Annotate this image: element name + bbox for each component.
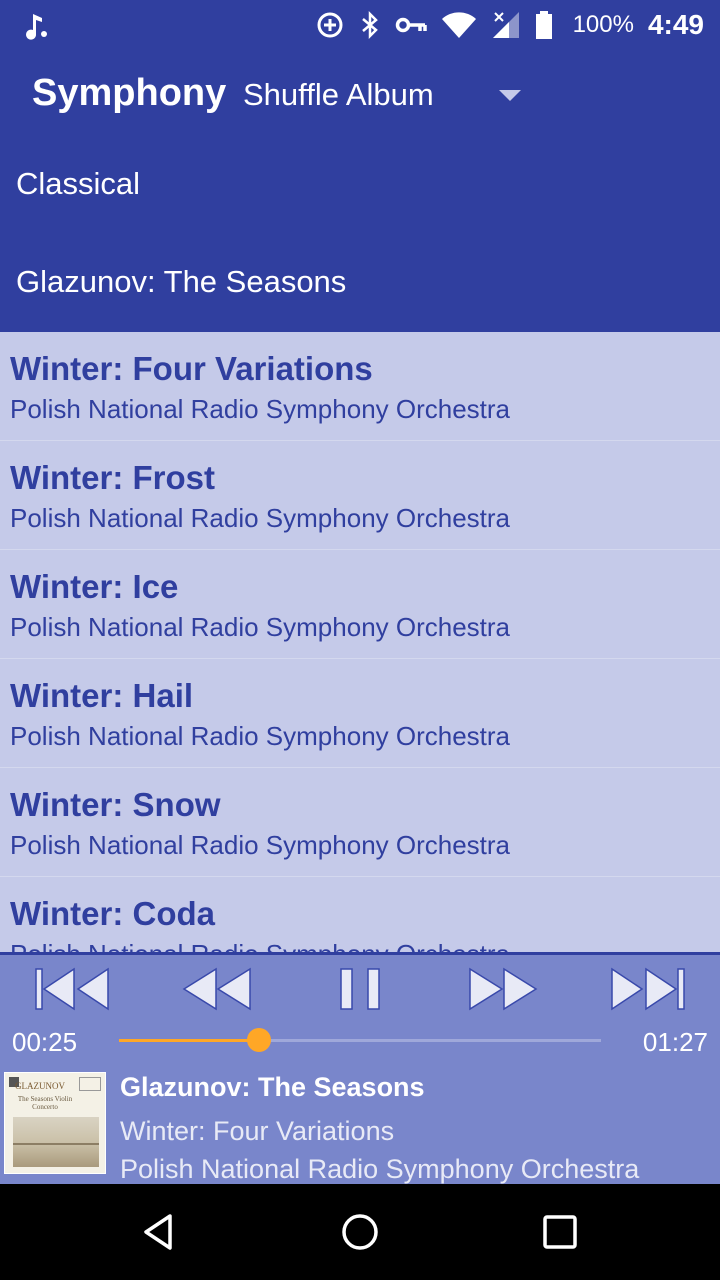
recents-icon[interactable] bbox=[540, 1212, 580, 1252]
battery-icon bbox=[535, 11, 552, 39]
track-title: Winter: Coda bbox=[10, 895, 216, 932]
dropdown-arrow-icon bbox=[499, 90, 521, 101]
now-playing-artist: Polish National Radio Symphony Orchestra bbox=[120, 1154, 640, 1184]
playback-controls bbox=[0, 963, 720, 1015]
data-saver-icon bbox=[317, 12, 343, 38]
album-label[interactable]: Glazunov: The Seasons bbox=[16, 264, 346, 300]
vpn-key-icon bbox=[395, 17, 427, 33]
current-time: 00:25 bbox=[12, 1027, 78, 1057]
battery-percentage: 100% bbox=[572, 11, 634, 38]
track-item[interactable]: Winter: Frost Polish National Radio Symp… bbox=[0, 441, 720, 550]
navigation-bar bbox=[0, 1184, 720, 1280]
rewind-icon bbox=[182, 967, 251, 1011]
rewind-button[interactable] bbox=[176, 963, 256, 1015]
track-item[interactable]: Winter: Snow Polish National Radio Symph… bbox=[0, 768, 720, 877]
track-item[interactable]: Winter: Ice Polish National Radio Sympho… bbox=[0, 550, 720, 659]
track-title: Winter: Four Variations bbox=[10, 350, 373, 387]
now-playing-panel: 00:25 01:27 GLAZUNOV The Seasons Violin … bbox=[0, 952, 720, 1184]
seek-bar[interactable] bbox=[119, 1028, 601, 1052]
seek-thumb[interactable] bbox=[246, 1028, 271, 1052]
skip-next-button[interactable] bbox=[606, 963, 690, 1015]
album-art[interactable]: GLAZUNOV The Seasons Violin Concerto bbox=[4, 1072, 106, 1174]
app-bar: Symphony Shuffle Album Classical Glazuno… bbox=[0, 50, 720, 332]
cd-badge bbox=[79, 1077, 101, 1091]
skip-next-icon bbox=[611, 967, 685, 1011]
track-artist: Polish National Radio Symphony Orchestra bbox=[10, 394, 511, 424]
back-icon[interactable] bbox=[140, 1212, 180, 1252]
music-app-notification-icon bbox=[26, 14, 47, 40]
track-item[interactable]: Winter: Four Variations Polish National … bbox=[0, 332, 720, 441]
album-art-painting bbox=[13, 1117, 99, 1167]
skip-previous-button[interactable] bbox=[30, 963, 114, 1015]
track-artist: Polish National Radio Symphony Orchestra bbox=[10, 937, 720, 952]
status-icons: 100% 4:49 bbox=[315, 0, 704, 50]
pause-button[interactable] bbox=[332, 963, 388, 1015]
track-artist: Polish National Radio Symphony Orchestra bbox=[10, 503, 511, 533]
track-artist: Polish National Radio Symphony Orchestra bbox=[10, 721, 511, 751]
track-list[interactable]: Winter: Four Variations Polish National … bbox=[0, 332, 720, 952]
now-playing-track: Winter: Four Variations bbox=[120, 1116, 395, 1146]
track-title: Winter: Ice bbox=[10, 568, 179, 605]
album-art-subtitle: The Seasons Violin Concerto bbox=[17, 1095, 73, 1111]
status-bar: 100% 4:49 bbox=[0, 0, 720, 50]
track-item[interactable]: Winter: Hail Polish National Radio Symph… bbox=[0, 659, 720, 768]
track-title: Winter: Hail bbox=[10, 677, 194, 714]
skip-previous-icon bbox=[35, 967, 109, 1011]
track-artist: Polish National Radio Symphony Orchestra bbox=[10, 830, 511, 860]
mode-selector[interactable]: Shuffle Album bbox=[243, 70, 533, 120]
status-clock: 4:49 bbox=[647, 9, 704, 40]
track-artist: Polish National Radio Symphony Orchestra bbox=[10, 612, 511, 642]
track-item[interactable]: Winter: Coda Polish National Radio Symph… bbox=[0, 877, 720, 952]
mode-selector-value: Shuffle Album bbox=[243, 77, 434, 112]
pause-icon bbox=[340, 968, 380, 1010]
bluetooth-icon bbox=[361, 10, 378, 40]
album-art-title: GLAZUNOV bbox=[15, 1081, 65, 1091]
seek-progress bbox=[119, 1039, 259, 1042]
genre-label[interactable]: Classical bbox=[16, 166, 140, 202]
now-playing-album: Glazunov: The Seasons bbox=[120, 1072, 425, 1102]
app-title: Symphony bbox=[32, 72, 227, 114]
fast-forward-icon bbox=[469, 967, 538, 1011]
fast-forward-button[interactable] bbox=[464, 963, 544, 1015]
home-icon[interactable] bbox=[340, 1212, 380, 1252]
cell-signal-icon bbox=[492, 12, 519, 38]
wifi-icon bbox=[441, 12, 476, 38]
track-title: Winter: Snow bbox=[10, 786, 221, 823]
track-title: Winter: Frost bbox=[10, 459, 216, 496]
total-time: 01:27 bbox=[642, 1027, 708, 1057]
